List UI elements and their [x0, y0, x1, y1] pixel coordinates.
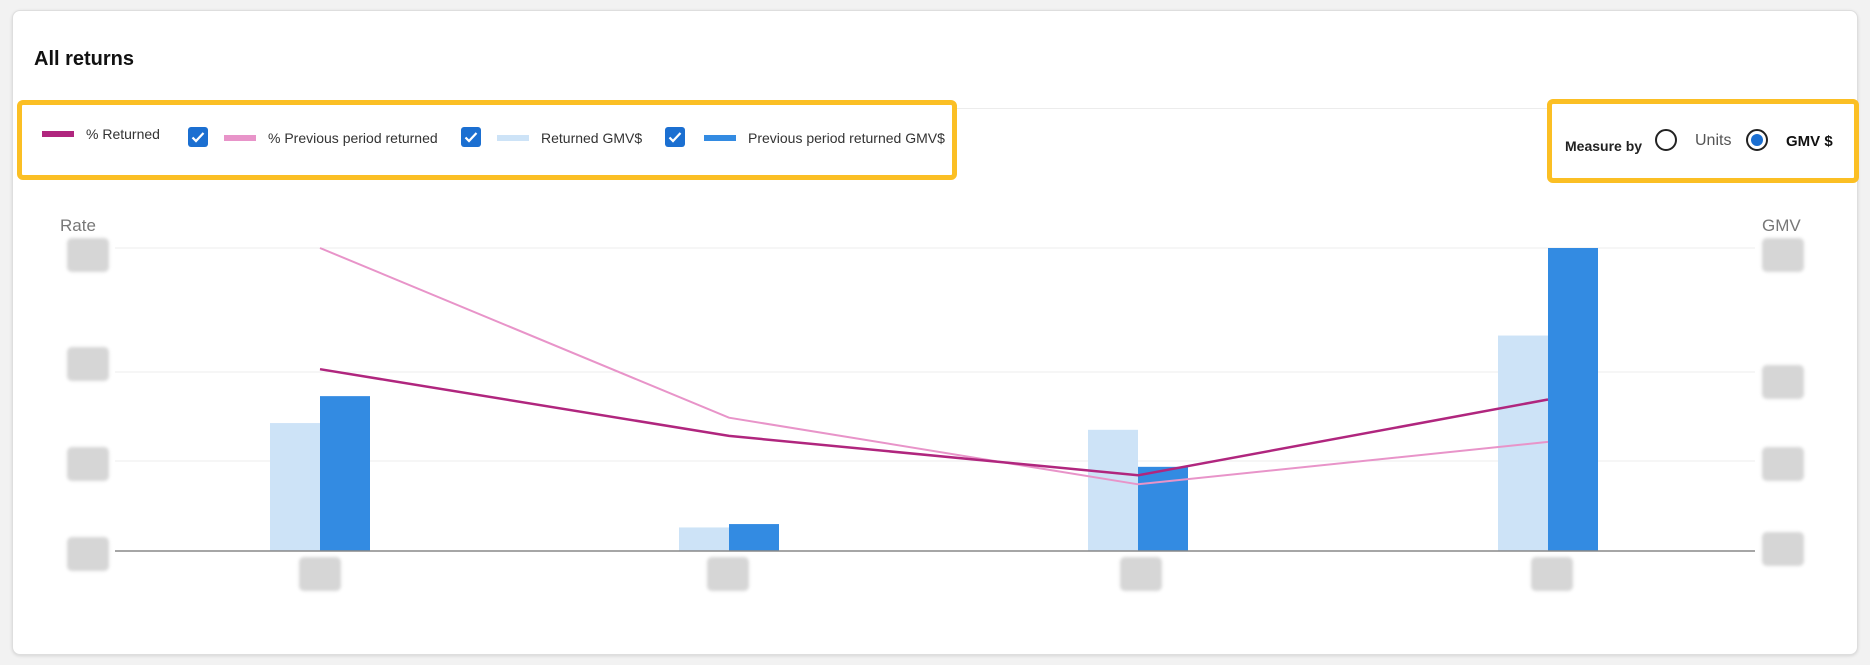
bar-returned-gmv [270, 423, 320, 551]
line-previous-period-returned [319, 247, 1549, 486]
combo-chart [115, 247, 1755, 552]
bar-previous-period-returned-gmv [729, 524, 779, 551]
line-returned [319, 367, 1549, 477]
bar-returned-gmv [679, 527, 729, 551]
bar-previous-period-returned-gmv [320, 396, 370, 551]
bar-returned-gmv [1088, 429, 1138, 551]
bar-previous-period-returned-gmv [1548, 248, 1598, 551]
